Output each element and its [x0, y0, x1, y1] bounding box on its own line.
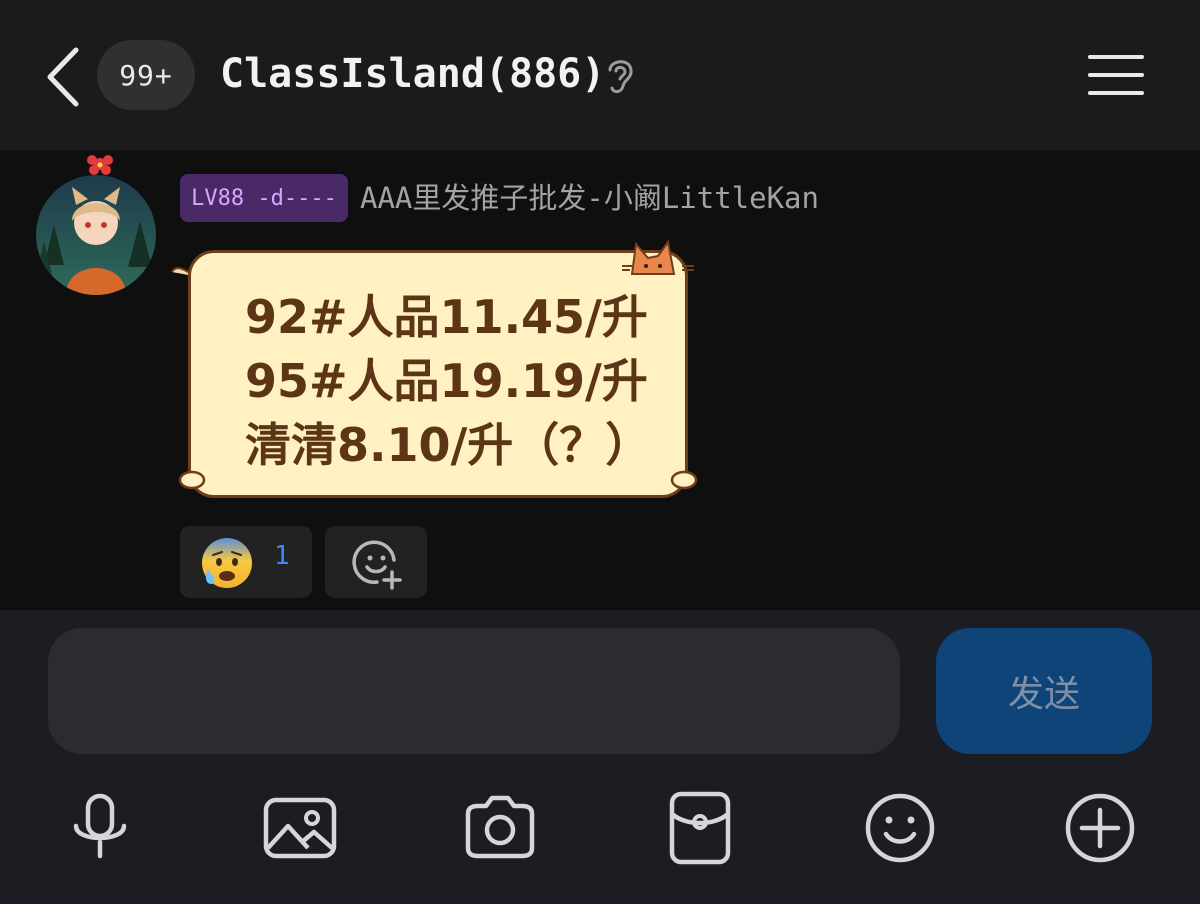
chat-screen: 99+ ClassIsland(886) LV88 -d---- AAA里发推子…: [0, 0, 1200, 904]
message-input[interactable]: [48, 628, 900, 754]
avatar-flower-icon: [87, 155, 113, 175]
image-icon[interactable]: [262, 790, 338, 866]
message-line-3: 清清8.10/升（？）: [245, 418, 652, 472]
unread-count-badge[interactable]: 99+: [97, 40, 195, 110]
message-line-1: 92#人品11.45/升: [245, 290, 648, 344]
menu-icon[interactable]: [1086, 50, 1146, 100]
anxious-face-with-sweat-icon: [202, 538, 252, 588]
microphone-icon[interactable]: [62, 790, 138, 866]
add-reaction-button[interactable]: [325, 526, 427, 598]
red-packet-icon[interactable]: [662, 790, 738, 866]
bubble-body: 92#人品11.45/升 95#人品19.19/升 清清8.10/升（？）: [188, 250, 688, 498]
avatar[interactable]: [36, 175, 156, 295]
camera-icon[interactable]: [462, 790, 538, 866]
sender-name[interactable]: AAA里发推子批发-小阚LittleKan: [360, 178, 819, 218]
message-line-2: 95#人品19.19/升: [245, 354, 648, 408]
chat-title: ClassIsland(886): [220, 51, 606, 97]
cat-ears-icon: [622, 239, 694, 275]
message-text: 92#人品11.45/升 95#人品19.19/升 清清8.10/升（？）: [245, 285, 651, 477]
add-emoji-icon: [352, 540, 402, 590]
ear-icon[interactable]: [600, 54, 640, 96]
bubble-paw-left-icon: [178, 470, 206, 490]
avatar-image: [36, 175, 156, 295]
emoji-icon[interactable]: [862, 790, 938, 866]
message-bubble[interactable]: 92#人品11.45/升 95#人品19.19/升 清清8.10/升（？）: [168, 236, 698, 506]
back-button[interactable]: [38, 42, 88, 112]
plus-icon[interactable]: [1062, 790, 1138, 866]
reaction-chip[interactable]: [180, 526, 312, 598]
bubble-paw-right-icon: [670, 470, 698, 490]
composer: 发送: [0, 610, 1200, 904]
send-button[interactable]: 发送: [936, 628, 1152, 754]
chat-header: 99+ ClassIsland(886): [0, 0, 1200, 150]
level-badge[interactable]: LV88 -d----: [180, 174, 348, 222]
message-list[interactable]: LV88 -d---- AAA里发推子批发-小阚LittleKan 92#人品1…: [0, 150, 1200, 610]
reaction-count: 1: [274, 541, 290, 571]
chevron-left-icon: [47, 47, 79, 107]
